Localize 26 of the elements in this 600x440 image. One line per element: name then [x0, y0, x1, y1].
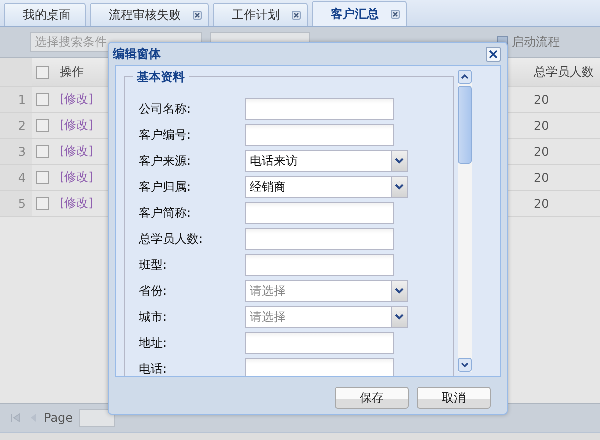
table-cell-text: 20 [533, 170, 550, 184]
dialog-title: 编辑窗体 [113, 46, 161, 62]
row-number: 2 [0, 113, 32, 138]
row-number: 5 [0, 191, 32, 216]
table-cell-text: 20 [533, 196, 550, 210]
field-label: 总学员人数: [139, 230, 204, 248]
column-header: 操作 [59, 64, 84, 80]
table-cell-text: 20 [533, 92, 550, 106]
field-label: 客户归属: [139, 178, 192, 196]
field-label: 城市: [139, 308, 168, 326]
field-label: 班型: [139, 256, 168, 274]
page-label: Page [44, 411, 74, 425]
field-label: 地址: [139, 334, 168, 352]
table-cell-text: 20 [533, 118, 550, 132]
field-label: 电话: [139, 360, 168, 376]
field-label: 公司名称: [139, 100, 192, 118]
field-label: 客户来源: [139, 152, 192, 170]
section-title: 基本资料 [133, 69, 189, 86]
field-label: 客户简称: [139, 204, 192, 222]
table-cell-text: 20 [533, 144, 550, 158]
field-label: 客户编号: [139, 126, 192, 144]
row-number: 1 [0, 87, 32, 112]
column-header: 总学员人数 [533, 64, 594, 80]
row-number: 4 [0, 165, 32, 190]
row-number: 3 [0, 139, 32, 164]
field-label: 省份: [139, 282, 168, 300]
